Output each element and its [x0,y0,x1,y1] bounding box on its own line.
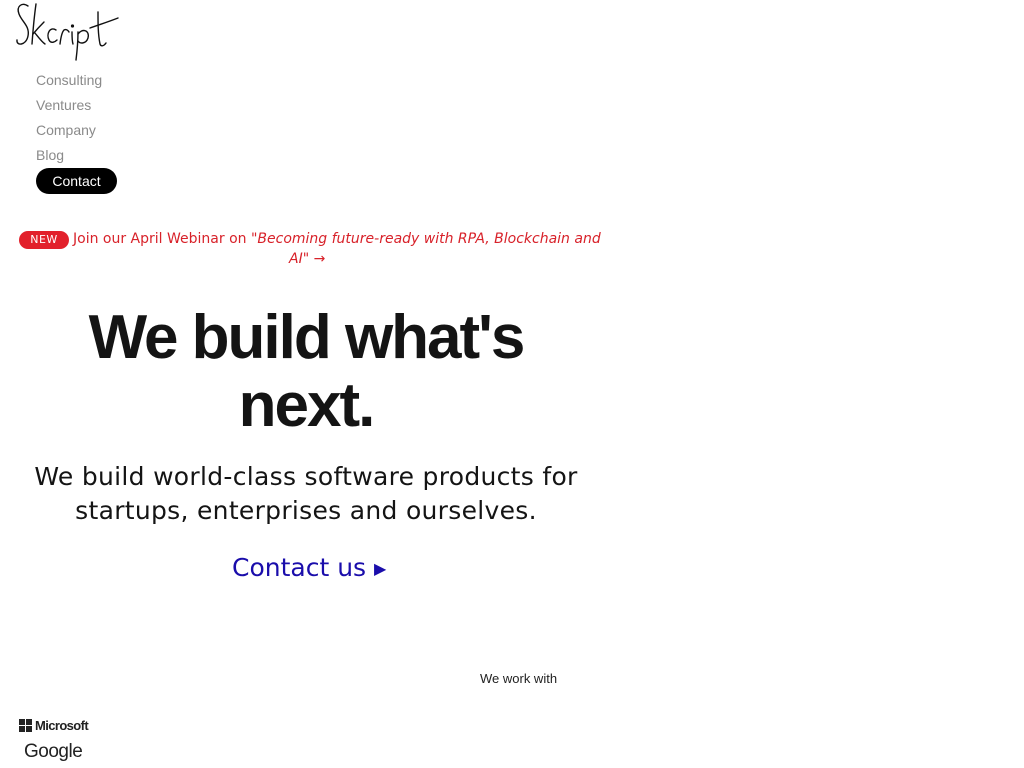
nav-item-ventures[interactable]: Ventures [36,95,156,120]
hero-title: We build what's next. [36,304,576,440]
hero-subtitle-line2: startups, enterprises and ourselves. [75,496,537,525]
announcement-title-part1: "Becoming future-ready with RPA, Blockch… [250,231,601,247]
main-nav: Consulting Ventures Company Blog [36,70,156,170]
page: Consulting Ventures Company Blog Contact… [0,0,1024,768]
announcement-prefix: Join our April Webinar on [73,231,251,247]
google-logo: Google [24,741,83,762]
microsoft-logo-text: Microsoft [35,717,89,733]
nav-item-blog[interactable]: Blog [36,145,156,170]
nav-item-company[interactable]: Company [36,120,156,145]
microsoft-grid-icon [19,718,32,732]
new-badge: NEW [19,231,69,249]
brand-logo[interactable] [14,0,120,62]
nav-item-consulting[interactable]: Consulting [36,70,156,95]
signature-logo-icon [16,3,119,61]
contact-button[interactable]: Contact [36,168,117,194]
hero-subtitle: We build world-class software products f… [16,460,596,528]
clients-heading: We work with [480,671,558,686]
contact-us-label: Contact us [232,553,367,582]
microsoft-logo: Microsoft [19,717,89,733]
play-triangle-icon: ▶ [374,559,387,578]
announcement-title-part2: AI" [289,251,310,267]
contact-us-link[interactable]: Contact us ▶ [232,552,386,585]
hero-title-line2: next. [238,371,376,440]
hero-title-line1: We build what's [88,303,526,372]
arrow-right-icon: → [313,251,326,267]
announcement-link[interactable]: Join our April Webinar on "Becoming futu… [73,229,601,249]
announcement-link-continued[interactable]: AI" → [289,249,325,269]
hero-subtitle-line1: We build world-class software products f… [34,462,578,491]
